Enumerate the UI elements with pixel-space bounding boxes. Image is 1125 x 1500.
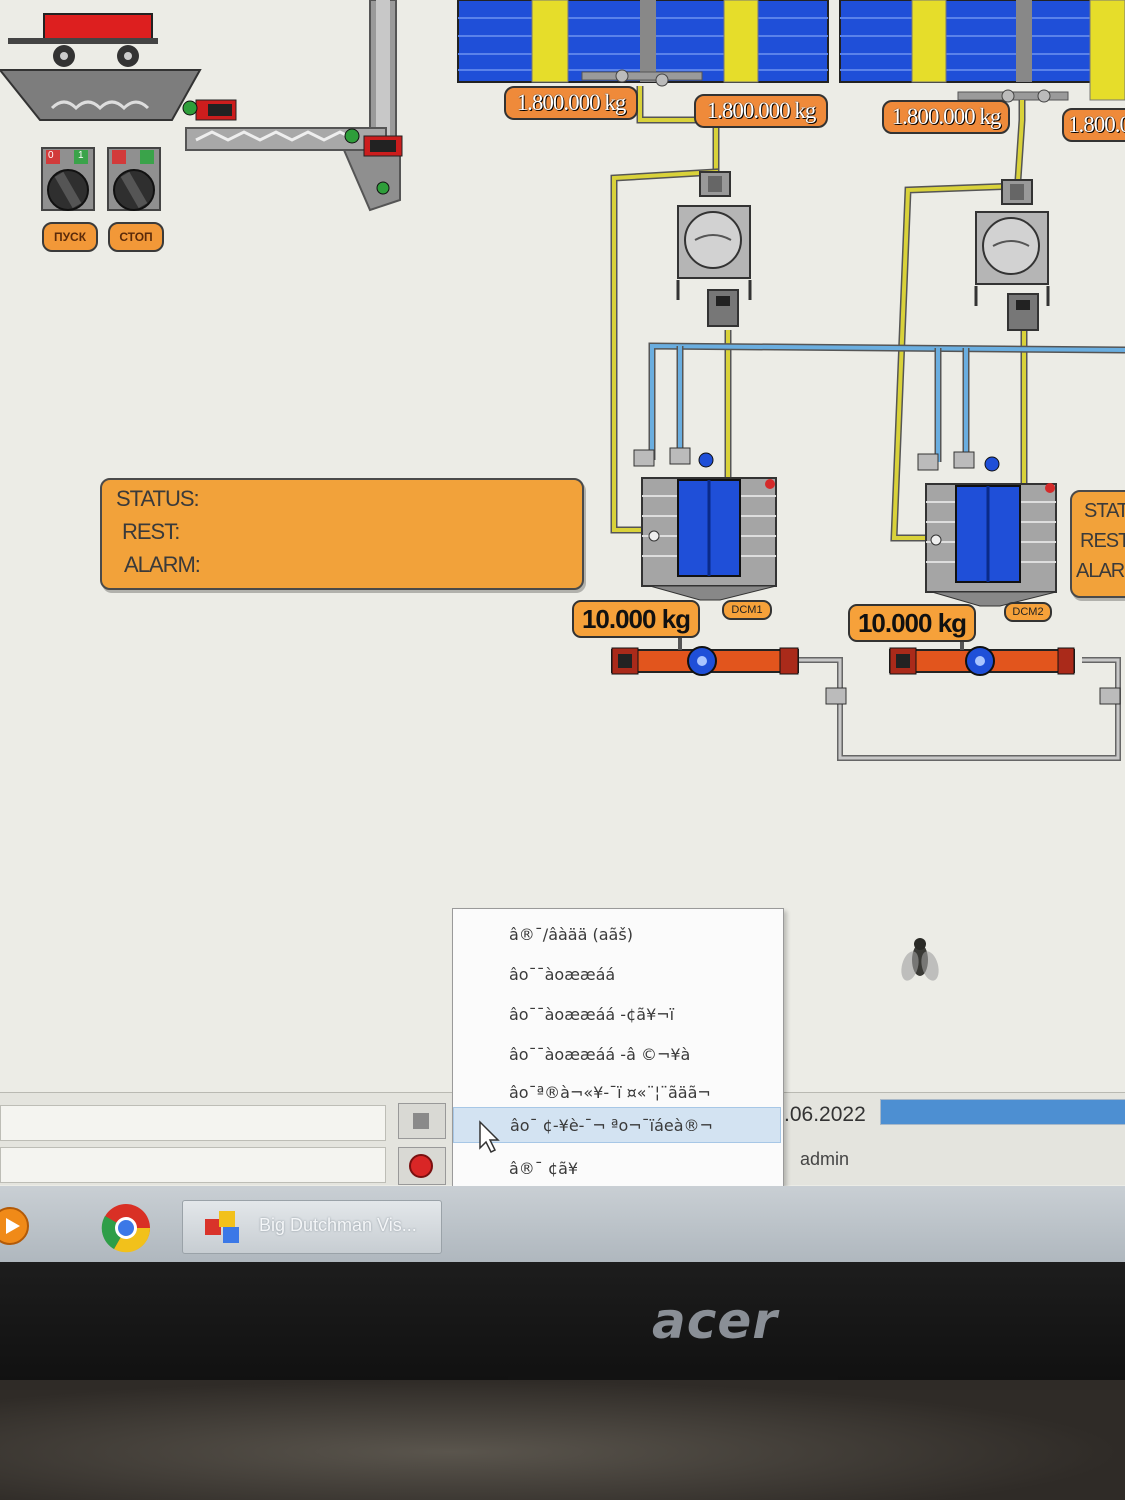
context-menu-item[interactable]: âo¯ª®à¬«¥-¯ï ¤«¨¦¨ãäã¬ xyxy=(453,1075,781,1111)
mixer-fan-icon xyxy=(676,205,752,327)
stop-square-button[interactable] xyxy=(398,1103,446,1139)
scale-1-weight: 10.000 kg xyxy=(572,600,700,638)
scada-screen: 1.800.000 kg 1.800.000 kg 1.800.000 kg 1… xyxy=(0,0,1125,1275)
alarm-label-right: ALAR xyxy=(1076,560,1125,582)
context-menu-item[interactable]: â®¯ ¢ã¥ xyxy=(453,1151,781,1187)
context-menu-item[interactable]: âo¯¯àoææáá xyxy=(453,957,781,993)
gray-outlet-pipes xyxy=(796,657,1121,761)
taskbar: Big Dutchman Vis... xyxy=(0,1186,1125,1266)
status-date: .06.2022 xyxy=(784,1103,866,1126)
taskbar-app-button[interactable]: Big Dutchman Vis... xyxy=(182,1200,442,1254)
status-panel-right: STAT REST ALAR xyxy=(1070,490,1125,598)
silo-3-weight: 1.800.000 kg xyxy=(882,100,1010,134)
valve-pair-icon[interactable] xyxy=(633,447,714,468)
monitor-bezel: acer xyxy=(0,1262,1125,1380)
valve-pair-icon[interactable] xyxy=(917,451,1000,472)
record-button[interactable] xyxy=(398,1147,446,1185)
mixing-tank-1-icon xyxy=(641,477,777,601)
status-field-2 xyxy=(0,1147,386,1183)
status-label: STATUS: xyxy=(116,486,200,511)
chrome-icon[interactable] xyxy=(100,1202,152,1254)
stop-button[interactable]: СТОП xyxy=(108,222,164,252)
progress-bar xyxy=(880,1099,1125,1125)
stop-square-icon xyxy=(413,1113,429,1129)
monitor-brand-logo: acer xyxy=(652,1292,778,1350)
progress-fill xyxy=(881,1100,1125,1124)
scale-2-weight: 10.000 kg xyxy=(848,604,976,642)
dcm2-tag: DCM2 xyxy=(1004,602,1052,622)
desk-surface xyxy=(0,1380,1125,1500)
yellow-feed-pipes xyxy=(610,86,1028,542)
silo-2-weight: 1.800.000 kg xyxy=(694,94,828,128)
start-button[interactable]: ПУСК xyxy=(42,222,98,252)
status-panel: STATUS: REST: ALARM: xyxy=(100,478,584,590)
media-player-icon[interactable] xyxy=(0,1206,34,1246)
record-icon xyxy=(409,1154,433,1178)
valve-icon[interactable] xyxy=(699,171,731,197)
switch-mark-0: 0 xyxy=(48,150,54,161)
status-label-right: STAT xyxy=(1084,500,1125,522)
mouse-cursor-icon xyxy=(479,1120,500,1154)
blue-water-pipes xyxy=(648,342,1125,462)
receiving-hopper-icon xyxy=(0,69,202,121)
valve-icon[interactable] xyxy=(1001,179,1033,205)
context-menu-item-highlighted[interactable]: âo¯ ¢-¥è-¯¬ ªo¬¯ïáeà®¬ xyxy=(453,1107,781,1143)
taskbar-app-title: Big Dutchman Vis... xyxy=(259,1215,417,1235)
context-menu-item[interactable]: âo¯¯àoææáá -â ©¬¥à xyxy=(453,1037,781,1073)
status-field xyxy=(0,1105,386,1141)
fly-icon xyxy=(901,938,939,981)
status-user: admin xyxy=(800,1149,850,1169)
rest-label-right: REST xyxy=(1080,530,1125,552)
valve-icon[interactable] xyxy=(1099,687,1121,705)
vertical-conveyor-icon xyxy=(342,0,401,212)
context-menu-item[interactable]: â®¯/âàää (aãš) xyxy=(453,917,781,953)
mixer-fan-icon xyxy=(974,211,1050,331)
valve-icon[interactable] xyxy=(825,687,847,705)
silo-1-weight: 1.800.000 kg xyxy=(504,86,638,120)
silo-4-weight: 1.800.0 xyxy=(1062,108,1125,142)
feed-wagon-icon xyxy=(8,13,158,67)
app-logo-icon xyxy=(205,1211,239,1243)
selector-switch-stop-icon[interactable] xyxy=(107,147,161,211)
context-menu-item[interactable]: âo¯¯àoææáá -¢ã¥¬ï xyxy=(453,997,781,1033)
mixing-tank-2-icon xyxy=(925,483,1057,607)
rest-label: REST: xyxy=(122,519,180,544)
dcm1-tag: DCM1 xyxy=(722,600,772,620)
alarm-label: ALARM: xyxy=(124,552,201,577)
switch-mark-1: 1 xyxy=(78,150,84,161)
